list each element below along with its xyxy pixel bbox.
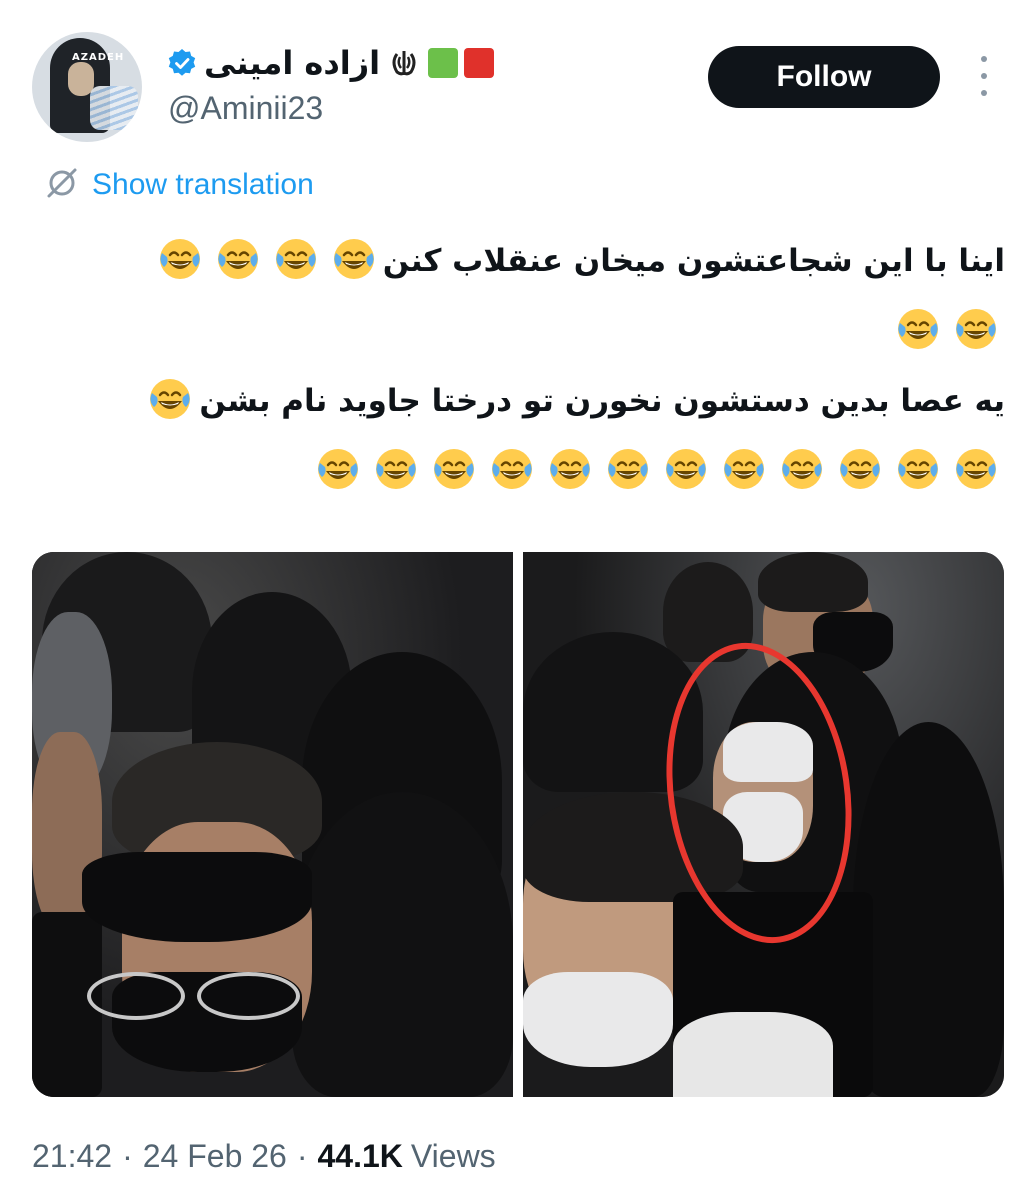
views-count: 44.1K [317, 1138, 403, 1174]
tweet-date[interactable]: 24 Feb 26 [143, 1138, 287, 1175]
laughing-tears-emoji [372, 445, 420, 493]
laughing-tears-emoji [146, 375, 194, 423]
laughing-tears-emoji [604, 445, 652, 493]
laughing-tears-emoji [156, 235, 204, 283]
tweet-text-line-2 [30, 296, 1005, 366]
laughing-tears-emoji [952, 445, 1000, 493]
laughing-tears-emoji [662, 445, 710, 493]
tweet-time[interactable]: 21:42 [32, 1138, 112, 1175]
tweet-text-line-1: اینا با این شجاعتشون میخان عنقلاب کنن [30, 226, 1005, 296]
laughing-tears-emoji [330, 235, 378, 283]
tweet-text-line-3: یه عصا بدین دستشون نخورن تو درختا جاوید … [30, 366, 1005, 436]
red-square-icon [464, 48, 495, 78]
separator-dot: · [296, 1138, 308, 1174]
laughing-tears-emoji [314, 445, 362, 493]
author-name-row[interactable]: ازاده امینی [166, 40, 495, 86]
separator-dot: · [122, 1138, 133, 1174]
avatar-text: AZADEH [72, 52, 125, 63]
laughing-tears-emoji [894, 305, 942, 353]
verified-badge-icon [166, 47, 198, 79]
laughing-tears-emoji [836, 445, 884, 493]
views-label: Views [410, 1138, 496, 1174]
laughing-tears-emoji [214, 235, 262, 283]
translate-icon [44, 165, 80, 205]
more-options-icon[interactable] [974, 56, 994, 96]
tweet-text-line-4 [30, 436, 1005, 506]
laughing-tears-emoji [430, 445, 478, 493]
show-translation-link[interactable]: Show translation [44, 164, 314, 206]
tweet-text: اینا با این شجاعتشون میخان عنقلاب کنن یه… [30, 226, 1005, 506]
tweet-text-line-1-words: اینا با این شجاعتشون میخان عنقلاب کنن [382, 243, 1005, 279]
photo-right[interactable] [523, 552, 1004, 1097]
laughing-tears-emoji [272, 235, 320, 283]
author-handle[interactable]: @Aminii23 [168, 90, 323, 127]
iran-emblem-icon [386, 47, 422, 79]
laughing-tears-emoji [546, 445, 594, 493]
laughing-tears-emoji [952, 305, 1000, 353]
laughing-tears-emoji [894, 445, 942, 493]
author-display-name: ازاده امینی [204, 44, 381, 82]
show-translation-label: Show translation [92, 168, 314, 201]
tweet-meta: 21:42 · 24 Feb 26 · 44.1K Views [32, 1138, 496, 1175]
laughing-tears-emoji [488, 445, 536, 493]
tweet-media[interactable] [32, 552, 1004, 1097]
tweet-text-line-3-words: یه عصا بدین دستشون نخورن تو درختا جاوید … [199, 383, 1005, 419]
avatar-scribble [90, 86, 138, 130]
avatar[interactable]: AZADEH [32, 32, 142, 142]
laughing-tears-emoji [778, 445, 826, 493]
follow-button[interactable]: Follow [708, 46, 940, 108]
laughing-tears-emoji [720, 445, 768, 493]
green-square-icon [428, 48, 459, 78]
emoji-group-1 [151, 243, 383, 279]
photo-left[interactable] [32, 552, 513, 1097]
